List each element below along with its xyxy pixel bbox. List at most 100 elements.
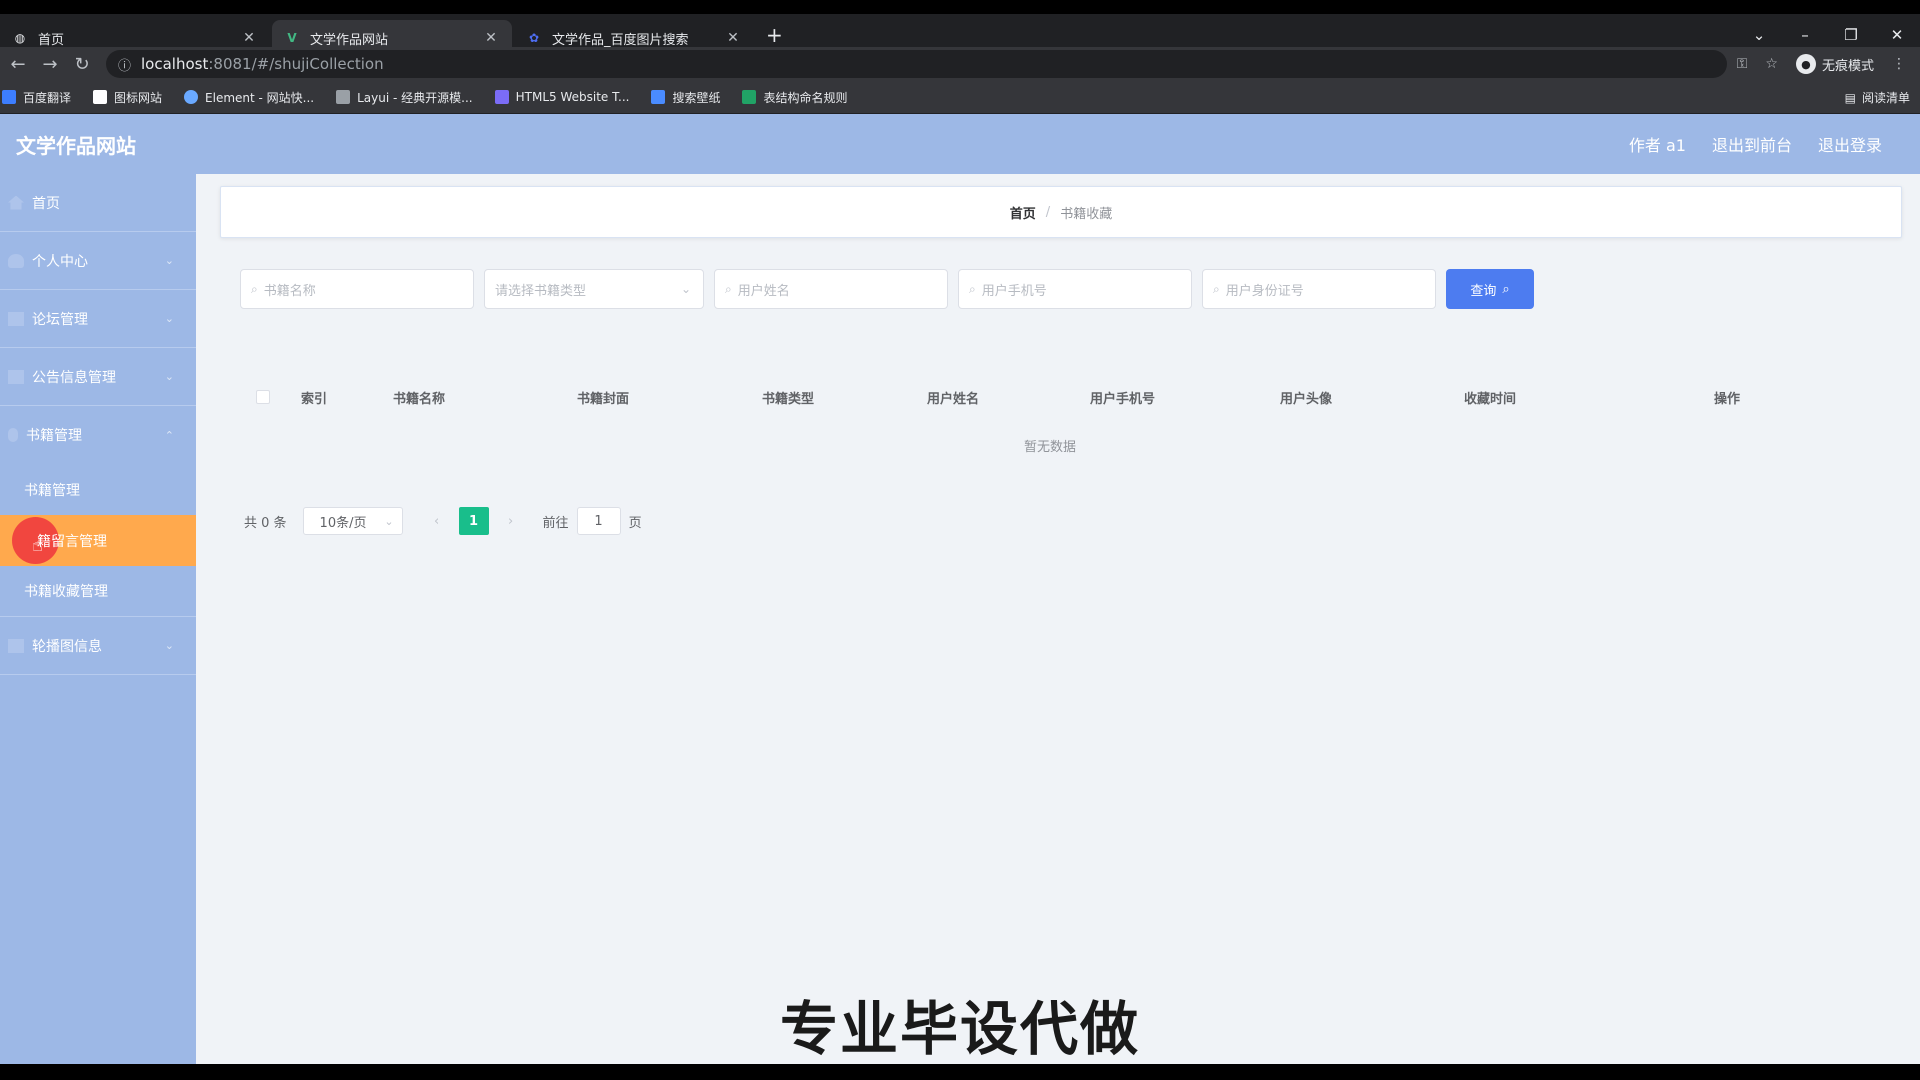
sidebar-subitem-book-manage[interactable]: 书籍管理 [0, 464, 196, 515]
bookmarks-bar: 百度翻译 图标网站 Element - 网站快... Layui - 经典开源模… [0, 81, 1920, 114]
bookmark-item[interactable]: 图标网站 [93, 89, 162, 106]
sidebar-item-books[interactable]: 书籍管理 ⌃ [0, 406, 196, 464]
sidebar-item-label: 个人中心 [32, 253, 88, 270]
reading-list-button[interactable]: ▤ 阅读清单 [1845, 89, 1910, 106]
column-header: 用户手机号 [1090, 391, 1156, 407]
minimize-button[interactable]: – [1782, 26, 1828, 44]
url-field[interactable]: ⓘ localhost :8081/#/shujiCollection [106, 50, 1727, 78]
restore-button[interactable]: ❐ [1828, 26, 1874, 44]
placeholder: 请选择书籍类型 [495, 283, 587, 299]
breadcrumb-home[interactable]: 首页 [1010, 203, 1036, 222]
toolbar-right: ⚿ ☆ ● 无痕模式 ⋮ [1737, 54, 1906, 74]
header-links: 作者 a1 退出到前台 退出登录 [1629, 114, 1882, 174]
main-content: 首页 / 书籍收藏 ⌕ 书籍名称 请选择书籍类型 ⌄ ⌕ 用户姓名 ⌕ 用户手机… [196, 174, 1920, 1064]
search-icon: ⌕ [1213, 281, 1220, 296]
table-header: 索引 书籍名称 书籍封面 书籍类型 用户姓名 用户手机号 用户头像 收藏时间 操… [220, 374, 1880, 420]
address-bar-row: ← → ↻ ⓘ localhost :8081/#/shujiCollectio… [0, 47, 1920, 81]
select-all-checkbox[interactable] [256, 390, 270, 404]
breadcrumb: 首页 / 书籍收藏 [220, 186, 1902, 238]
close-icon[interactable]: ✕ [482, 30, 500, 46]
prev-page-button[interactable]: ‹ [423, 507, 451, 535]
star-icon[interactable]: ☆ [1765, 56, 1778, 72]
page-suffix: 页 [628, 515, 642, 531]
book-icon [8, 428, 18, 442]
sidebar-item-profile[interactable]: 个人中心 ⌄ [0, 232, 196, 290]
user-icon [8, 253, 24, 268]
column-header: 用户头像 [1280, 391, 1333, 407]
forward-arrow-icon[interactable]: → [36, 54, 64, 75]
page-size-select[interactable]: 10条/页 ⌄ [302, 507, 403, 535]
menu-dots-icon[interactable]: ⋮ [1892, 56, 1906, 72]
back-to-front-link[interactable]: 退出到前台 [1712, 132, 1792, 156]
goto-label: 前往 [542, 515, 569, 531]
query-button[interactable]: 查询 ⌕ [1446, 269, 1534, 309]
column-header: 书籍封面 [577, 391, 630, 407]
key-icon[interactable]: ⚿ [1737, 56, 1748, 72]
wallpaper-icon [651, 90, 666, 104]
sidebar-item-label: 论坛管理 [32, 311, 88, 328]
baidu-paw-icon: ✿ [528, 31, 540, 45]
column-header: 操作 [1714, 391, 1741, 407]
sidebar: 首页 个人中心 ⌄ 论坛管理 ⌄ 公告信息管理 ⌄ 书籍管理 ⌃ 书籍管理 籍留… [0, 174, 196, 1064]
book-name-input[interactable]: ⌕ 书籍名称 [240, 269, 474, 309]
sidebar-item-forum[interactable]: 论坛管理 ⌄ [0, 290, 196, 348]
sheet-icon [742, 90, 757, 104]
close-icon[interactable]: ✕ [240, 30, 258, 46]
sidebar-item-label: 轮播图信息 [32, 638, 102, 655]
new-tab-button[interactable]: + [766, 23, 783, 47]
sidebar-subitem-label: 书籍管理 [24, 482, 80, 499]
sidebar-subitem-book-collection[interactable]: 书籍收藏管理 [0, 566, 196, 617]
incognito-badge[interactable]: ● 无痕模式 [1795, 54, 1874, 74]
watermark-caption: 专业毕设代做 [779, 995, 1140, 1063]
site-logo: 文学作品网站 [16, 133, 136, 158]
page-number-current[interactable]: 1 [458, 507, 489, 535]
column-header: 收藏时间 [1464, 391, 1517, 407]
vue-logo-icon: V [287, 31, 297, 45]
sidebar-item-notice[interactable]: 公告信息管理 ⌄ [0, 348, 196, 406]
user-name-input[interactable]: ⌕ 用户姓名 [714, 269, 948, 309]
page-size-value: 10条/页 [319, 515, 367, 531]
tab-title: 首页 [38, 32, 65, 48]
sidebar-item-label: 公告信息管理 [32, 369, 116, 386]
element-icon [184, 90, 199, 104]
bookmark-item[interactable]: HTML5 Website T... [494, 90, 630, 104]
sidebar-item-label: 首页 [32, 195, 60, 212]
close-window-button[interactable]: ✕ [1874, 26, 1920, 44]
user-phone-input[interactable]: ⌕ 用户手机号 [958, 269, 1192, 309]
sidebar-subitem-book-comments[interactable]: 籍留言管理 ☝ [0, 515, 196, 566]
bookmark-label: 图标网站 [114, 90, 163, 105]
list-icon: ▤ [1844, 90, 1856, 105]
app-header: 文学作品网站 作者 a1 退出到前台 退出登录 [0, 114, 1920, 174]
user-id-input[interactable]: ⌕ 用户身份证号 [1202, 269, 1436, 309]
sidebar-item-carousel[interactable]: 轮播图信息 ⌄ [0, 617, 196, 675]
bookmark-label: 搜索壁纸 [672, 90, 721, 105]
tab-title: 文学作品网站 [310, 32, 389, 48]
flag-icon [93, 90, 108, 104]
bookmark-item[interactable]: Layui - 经典开源模... [336, 89, 473, 106]
goto-page-input[interactable]: 1 [576, 507, 621, 535]
column-header: 书籍名称 [393, 391, 446, 407]
collection-table: 索引 书籍名称 书籍封面 书籍类型 用户姓名 用户手机号 用户头像 收藏时间 操… [220, 374, 1880, 455]
bookmark-item[interactable]: 百度翻译 [2, 89, 71, 106]
logout-link[interactable]: 退出登录 [1818, 132, 1882, 156]
bookmark-item[interactable]: 搜索壁纸 [651, 89, 720, 106]
search-icon: ⌕ [1502, 281, 1510, 297]
reload-icon[interactable]: ↻ [68, 54, 96, 75]
url-host: localhost [141, 55, 209, 73]
home-icon [8, 195, 24, 210]
chevron-down-icon[interactable]: ⌄ [1736, 26, 1782, 44]
html5-icon [494, 90, 509, 104]
bookmark-item[interactable]: Element - 网站快... [184, 89, 314, 106]
info-icon[interactable]: ⓘ [118, 55, 131, 74]
bookmark-item[interactable]: 表结构命名规则 [742, 89, 847, 106]
placeholder: 用户手机号 [981, 283, 1047, 299]
book-type-select[interactable]: 请选择书籍类型 ⌄ [484, 269, 704, 309]
close-icon[interactable]: ✕ [724, 30, 742, 46]
back-arrow-icon[interactable]: ← [4, 54, 32, 75]
url-path: :8081/#/shujiCollection [208, 55, 384, 73]
bookmark-label: HTML5 Website T... [515, 90, 630, 104]
next-page-button[interactable]: › [497, 507, 525, 535]
sidebar-item-home[interactable]: 首页 [0, 174, 196, 232]
query-button-label: 查询 [1470, 283, 1497, 299]
search-bar: ⌕ 书籍名称 请选择书籍类型 ⌄ ⌕ 用户姓名 ⌕ 用户手机号 ⌕ 用户身份证号… [240, 269, 1534, 309]
